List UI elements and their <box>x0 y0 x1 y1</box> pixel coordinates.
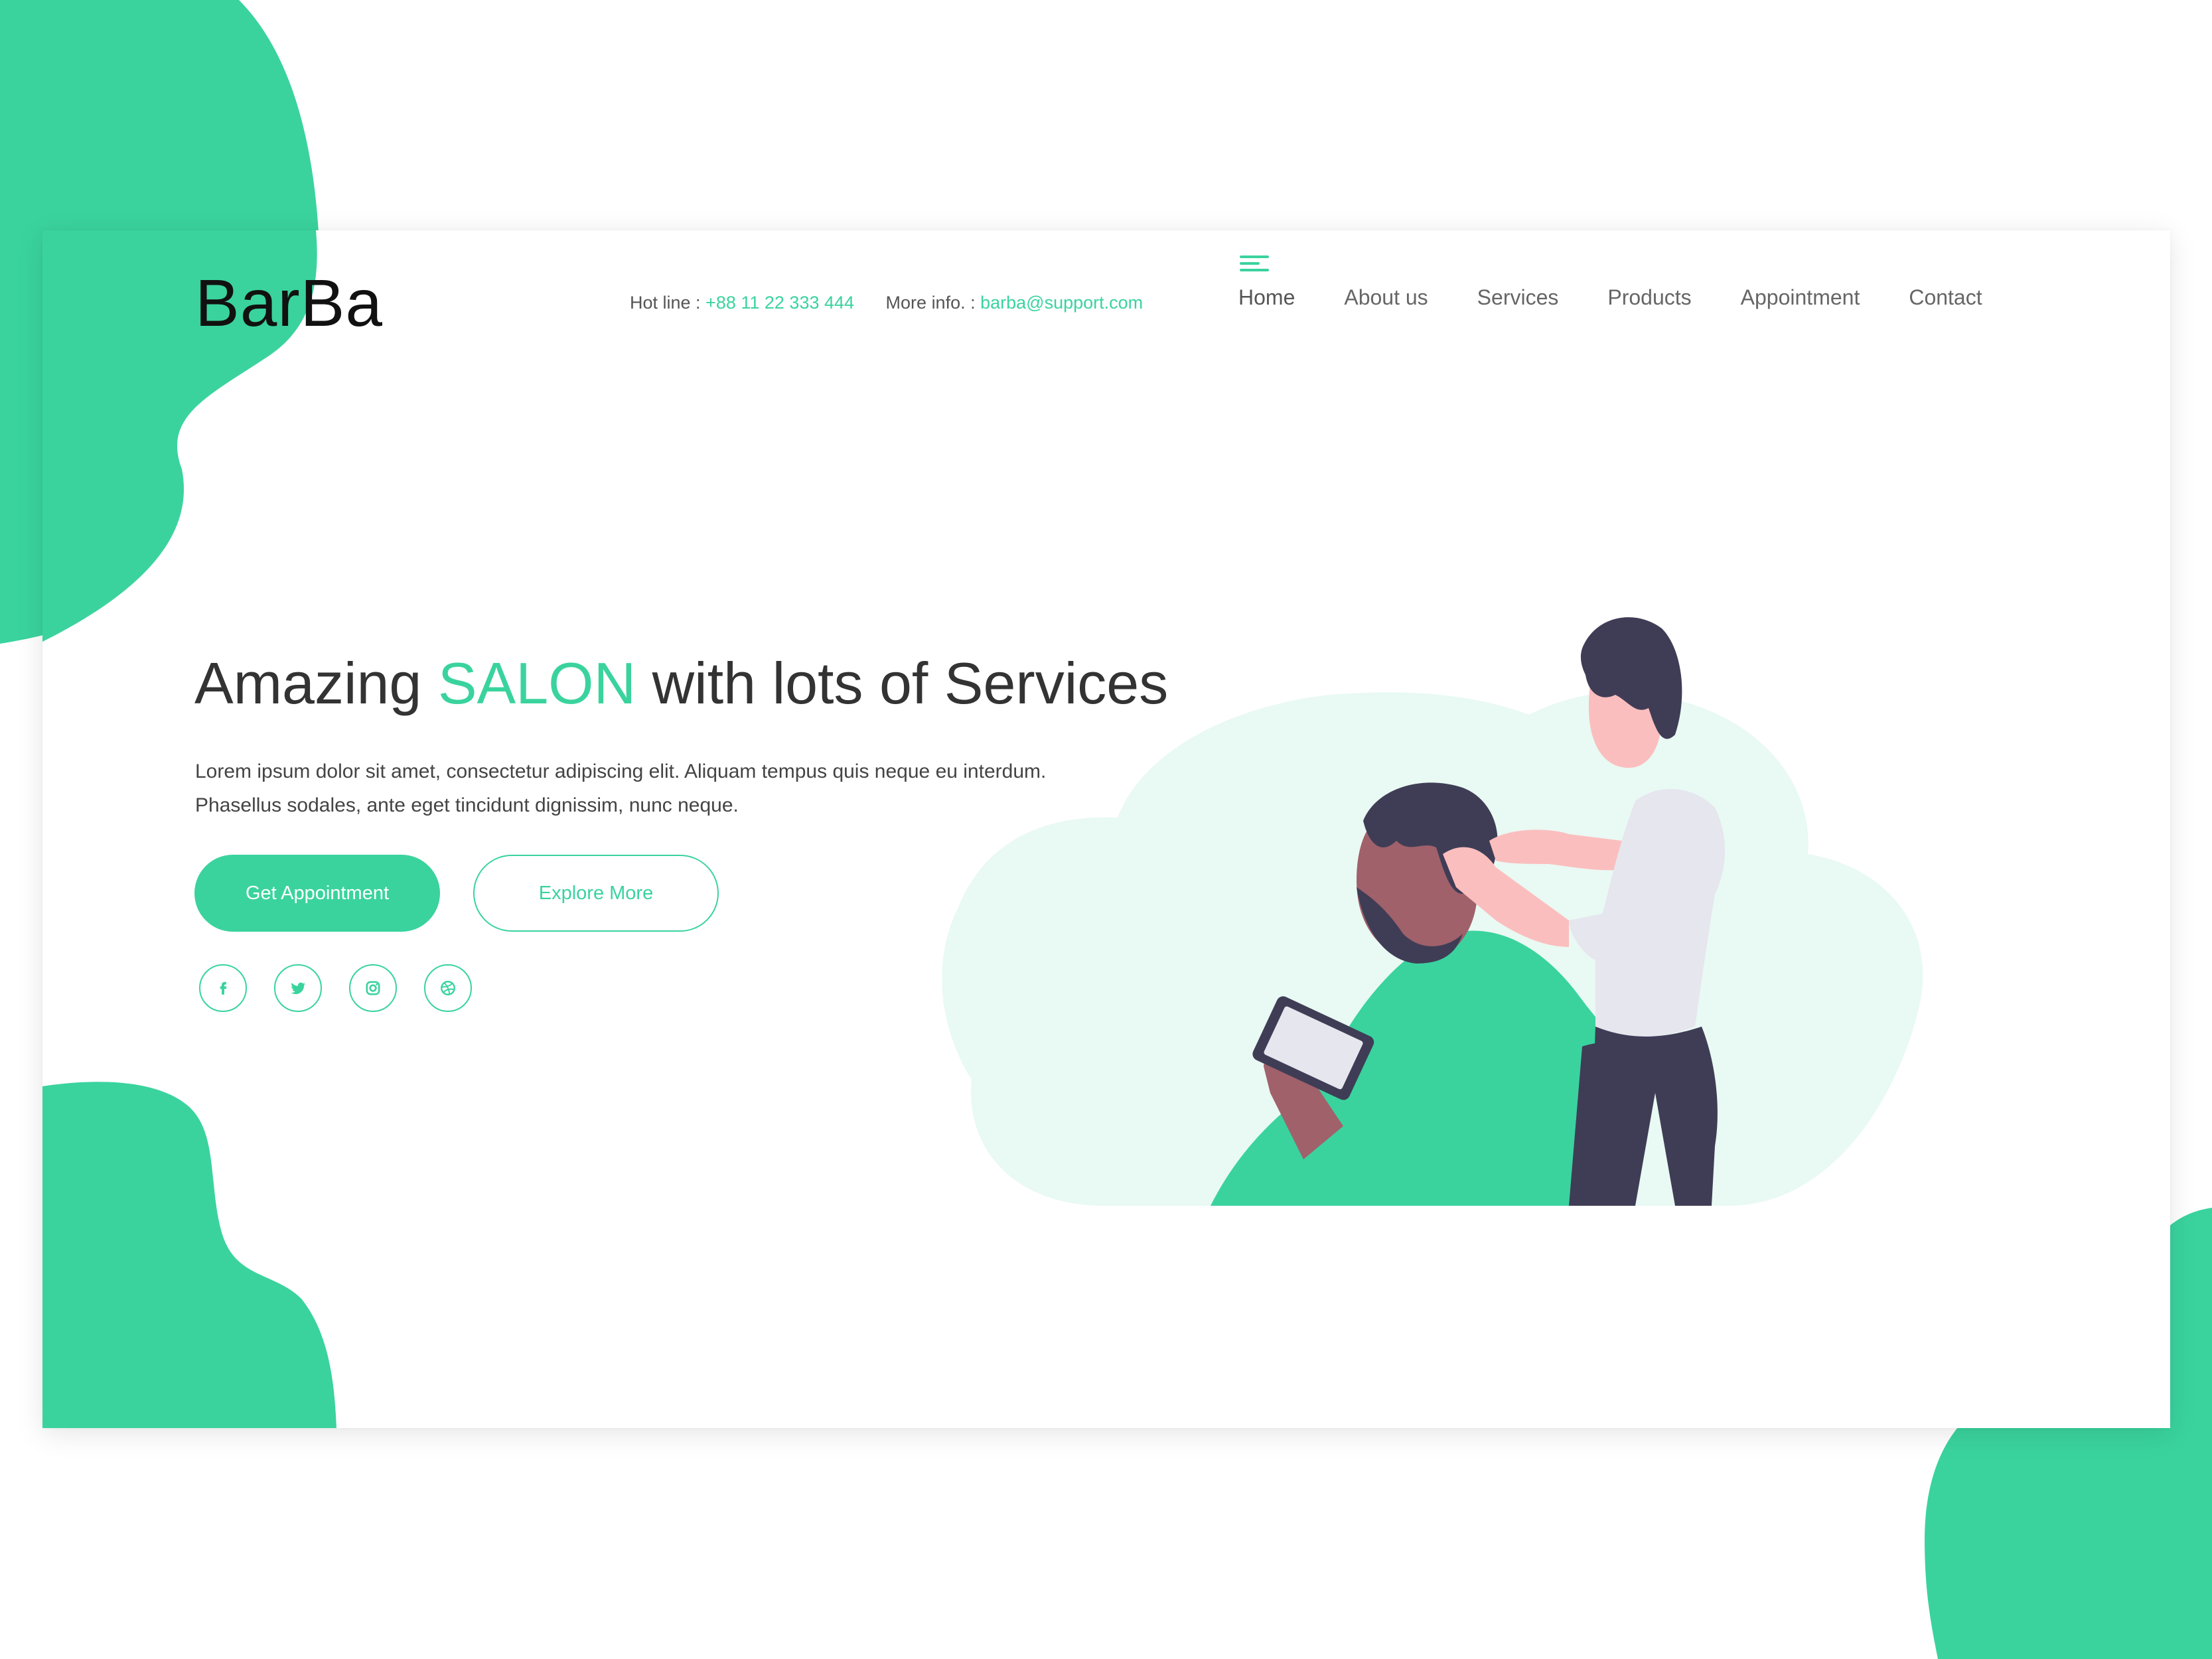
dribbble-link[interactable] <box>424 964 472 1012</box>
explore-more-button[interactable]: Explore More <box>473 855 719 932</box>
headline-accent: SALON <box>437 650 636 716</box>
hotline-label: Hot line : <box>630 293 706 313</box>
nav-item-appointment[interactable]: Appointment <box>1741 285 1860 310</box>
brand-logo[interactable]: BarBa <box>195 263 383 343</box>
active-menu-indicator-icon <box>1240 255 1269 271</box>
social-links <box>199 964 472 1012</box>
header-contact-info: Hot line : +88 11 22 333 444 More info. … <box>630 293 1169 313</box>
facebook-link[interactable] <box>199 964 247 1012</box>
twitter-link[interactable] <box>274 964 322 1012</box>
landing-card: BarBa Hot line : +88 11 22 333 444 More … <box>42 230 2170 1428</box>
nav-item-contact[interactable]: Contact <box>1909 285 1982 310</box>
barber-illustration <box>942 617 1923 1206</box>
nav-item-services[interactable]: Services <box>1477 285 1559 310</box>
nav-item-label: Services <box>1477 285 1559 309</box>
dribbble-icon <box>441 981 455 995</box>
instagram-icon <box>366 981 380 995</box>
nav-item-label: Appointment <box>1740 285 1860 309</box>
get-appointment-button[interactable]: Get Appointment <box>194 855 440 932</box>
twitter-icon <box>291 982 306 995</box>
nav-item-products[interactable]: Products <box>1607 285 1691 310</box>
card-blob-bottom-left <box>42 1082 336 1428</box>
facebook-icon <box>220 981 227 995</box>
hotline-number[interactable]: +88 11 22 333 444 <box>705 293 854 313</box>
instagram-link[interactable] <box>349 964 397 1012</box>
info-label: More info. : <box>885 293 981 313</box>
headline-text-start: Amazing <box>194 650 438 716</box>
nav-item-about-us[interactable]: About us <box>1344 285 1428 310</box>
main-nav: Home About us Services Products Appointm… <box>1238 255 1982 310</box>
nav-item-home[interactable]: Home <box>1238 255 1295 310</box>
nav-item-label: Home <box>1238 285 1295 309</box>
nav-item-label: Contact <box>1909 285 1982 309</box>
support-email[interactable]: barba@support.com <box>980 293 1143 313</box>
nav-item-label: Products <box>1607 285 1692 309</box>
nav-item-label: About us <box>1344 285 1428 309</box>
